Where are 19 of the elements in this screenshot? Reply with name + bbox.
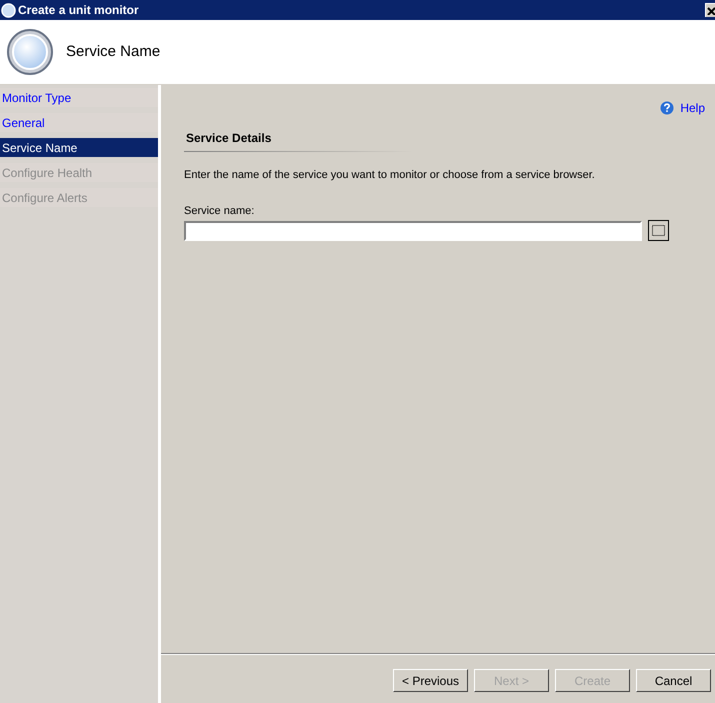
- monitor-ring-icon: [6, 28, 54, 76]
- help-link[interactable]: Help: [680, 99, 705, 117]
- section-title: Service Details: [186, 130, 272, 147]
- help-icon: [660, 101, 674, 115]
- wizard-button[interactable]: < Previous: [393, 669, 468, 692]
- window-title: Create a unit monitor: [18, 2, 139, 19]
- wizard-step[interactable]: General: [0, 113, 158, 132]
- wizard-button[interactable]: Cancel: [636, 669, 711, 692]
- field-label: Service name:: [184, 204, 256, 218]
- wizard-step[interactable]: Monitor Type: [0, 88, 158, 107]
- page-title: Service Name: [66, 42, 160, 62]
- section-description: Enter the name of the service you want to monitor or choose from a service browser.: [184, 168, 596, 183]
- window-icon: [1, 2, 16, 18]
- wizard-step[interactable]: Service Name: [0, 138, 158, 157]
- service-name-field[interactable]: [184, 220, 642, 240]
- close-icon: [707, 6, 715, 14]
- close-button[interactable]: [705, 3, 715, 17]
- browse-icon: [652, 225, 665, 236]
- browse-button[interactable]: [648, 220, 669, 241]
